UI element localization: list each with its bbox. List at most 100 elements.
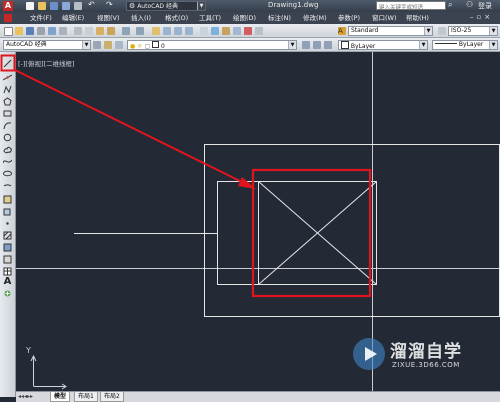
menu-dimension[interactable]: 标注(N) <box>268 13 291 23</box>
play-logo-icon <box>353 338 385 370</box>
publish-icon[interactable] <box>59 27 67 35</box>
add-selected-icon[interactable] <box>3 289 12 298</box>
chevron-down-icon: ▼ <box>288 41 296 49</box>
layer-previous-icon[interactable] <box>313 41 321 49</box>
tool-palettes-icon[interactable] <box>222 27 230 35</box>
tab-nav-arrows[interactable]: ◂◂◂▸▸ <box>18 392 33 401</box>
zoom-window-icon[interactable] <box>174 27 182 35</box>
properties-icon[interactable] <box>200 27 208 35</box>
menu-insert[interactable]: 插入(I) <box>131 13 151 23</box>
workspace-selector[interactable]: ⚙ AutoCAD 经典 ▼ <box>126 1 206 11</box>
hatch-icon[interactable] <box>3 231 12 240</box>
zoom-realtime-icon[interactable] <box>163 27 171 35</box>
table-icon[interactable] <box>3 267 12 276</box>
linetype-preview <box>435 43 457 44</box>
ellipse-icon[interactable] <box>3 169 12 178</box>
chevron-down-icon: ▼ <box>424 27 432 35</box>
arc-icon[interactable] <box>3 121 12 130</box>
spline-icon[interactable] <box>3 157 12 166</box>
drawing-canvas[interactable]: [-][俯视][二维线框] Y 溜溜自学 ZIXUE.3D66.COM <box>16 52 500 391</box>
draw-toolbar: A <box>0 52 16 397</box>
construction-line-icon[interactable] <box>3 73 12 82</box>
ellipse-arc-icon[interactable] <box>3 181 12 190</box>
menu-window[interactable]: 窗口(W) <box>372 13 397 23</box>
workspace-settings-icon[interactable] <box>93 41 101 49</box>
chevron-down-icon: ▼ <box>82 41 90 49</box>
rectangle-icon[interactable] <box>3 109 12 118</box>
window-controls[interactable]: –▫× <box>470 13 493 21</box>
match-properties-icon[interactable] <box>107 27 115 35</box>
save-as-icon[interactable] <box>62 2 70 10</box>
sun-icon: ☼ <box>137 43 143 50</box>
print-icon[interactable] <box>74 2 82 10</box>
menu-help[interactable]: 帮助(H) <box>406 13 429 23</box>
menu-edit[interactable]: 编辑(E) <box>62 13 84 23</box>
chevron-down-icon: ▼ <box>419 41 427 49</box>
circle-icon[interactable] <box>3 133 12 142</box>
make-block-icon[interactable] <box>3 207 12 216</box>
text-icon[interactable]: A <box>3 277 12 287</box>
unlock-icon: ▢ <box>144 43 151 50</box>
undo-toolbar-icon[interactable] <box>122 27 130 35</box>
save-drawing-icon[interactable] <box>26 27 34 35</box>
line-icon[interactable] <box>3 59 12 68</box>
new-drawing-icon[interactable] <box>4 27 13 36</box>
layer-match-icon[interactable] <box>324 41 332 49</box>
insert-block-icon[interactable] <box>3 195 12 204</box>
point-icon[interactable] <box>3 219 12 228</box>
login-label[interactable]: 登录 <box>478 1 492 11</box>
layer-states-icon[interactable] <box>115 41 123 49</box>
menu-parametric[interactable]: 参数(P) <box>338 13 360 23</box>
zoom-previous-icon[interactable] <box>185 27 193 35</box>
text-style-icon: A <box>338 27 346 35</box>
gradient-icon[interactable] <box>3 243 12 252</box>
menu-file[interactable]: 文件(F) <box>30 13 52 23</box>
region-icon[interactable] <box>3 255 12 264</box>
menu-tools[interactable]: 工具(T) <box>199 13 221 23</box>
watermark-url: ZIXUE.3D66.COM <box>392 361 460 369</box>
undo-icon[interactable]: ↶ <box>88 0 95 9</box>
polygon-icon[interactable] <box>3 97 12 106</box>
open-icon[interactable] <box>38 2 46 10</box>
menu-view[interactable]: 视图(V) <box>97 13 120 23</box>
app-logo-icon[interactable]: A <box>3 1 13 11</box>
quickcalc-icon[interactable] <box>255 27 263 35</box>
search-icon[interactable]: ⌕ <box>448 0 452 10</box>
menu-format[interactable]: 格式(O) <box>165 13 188 23</box>
paste-icon[interactable] <box>96 27 104 35</box>
polyline-icon[interactable] <box>3 85 12 94</box>
save-icon[interactable] <box>50 2 58 10</box>
pan-icon[interactable] <box>152 27 160 35</box>
menu-draw[interactable]: 绘图(D) <box>233 13 256 23</box>
workspace-combo[interactable]: AutoCAD 经典 ▼ <box>3 40 91 50</box>
menu-modify[interactable]: 修改(M) <box>303 13 327 23</box>
linetype-select[interactable]: ByLayer ▼ <box>432 40 498 50</box>
open-drawing-icon[interactable] <box>15 27 23 35</box>
title-bar: A ↶ ↷ ⚙ AutoCAD 经典 ▼ Drawing1.dwg 键入关键字或… <box>0 0 500 12</box>
standard-toolbar: A Standard ▼ ISO-25 ▼ <box>0 24 500 38</box>
sheet-set-icon[interactable] <box>233 27 241 35</box>
text-style-select[interactable]: Standard ▼ <box>348 26 433 36</box>
revision-cloud-icon[interactable] <box>3 145 12 154</box>
layer-select[interactable]: ● ☼ ▢ 0 ▼ <box>127 40 297 50</box>
search-input[interactable]: 键入关键字或短语 <box>376 1 446 11</box>
watermark-name: 溜溜自学 <box>390 342 462 362</box>
plot-preview-icon[interactable] <box>48 27 56 35</box>
watermark: 溜溜自学 ZIXUE.3D66.COM <box>350 331 490 379</box>
markup-icon[interactable] <box>244 27 252 35</box>
redo-icon[interactable]: ↷ <box>106 0 113 9</box>
layer-properties-icon[interactable] <box>104 41 112 49</box>
redo-toolbar-icon[interactable] <box>136 27 144 35</box>
new-icon[interactable] <box>26 2 34 10</box>
user-icon[interactable]: ⚇ <box>466 0 473 9</box>
dim-style-select[interactable]: ISO-25 ▼ <box>448 26 498 36</box>
make-current-layer-icon[interactable] <box>302 41 310 49</box>
menu-app-icon[interactable] <box>4 14 12 22</box>
layer-color-swatch <box>152 41 160 48</box>
design-center-icon[interactable] <box>211 27 219 35</box>
chevron-down-icon: ▼ <box>197 2 205 10</box>
cut-icon[interactable] <box>74 27 82 35</box>
plot-icon[interactable] <box>37 27 45 35</box>
copy-icon[interactable] <box>85 27 93 35</box>
color-select[interactable]: ByLayer ▼ <box>338 40 428 50</box>
